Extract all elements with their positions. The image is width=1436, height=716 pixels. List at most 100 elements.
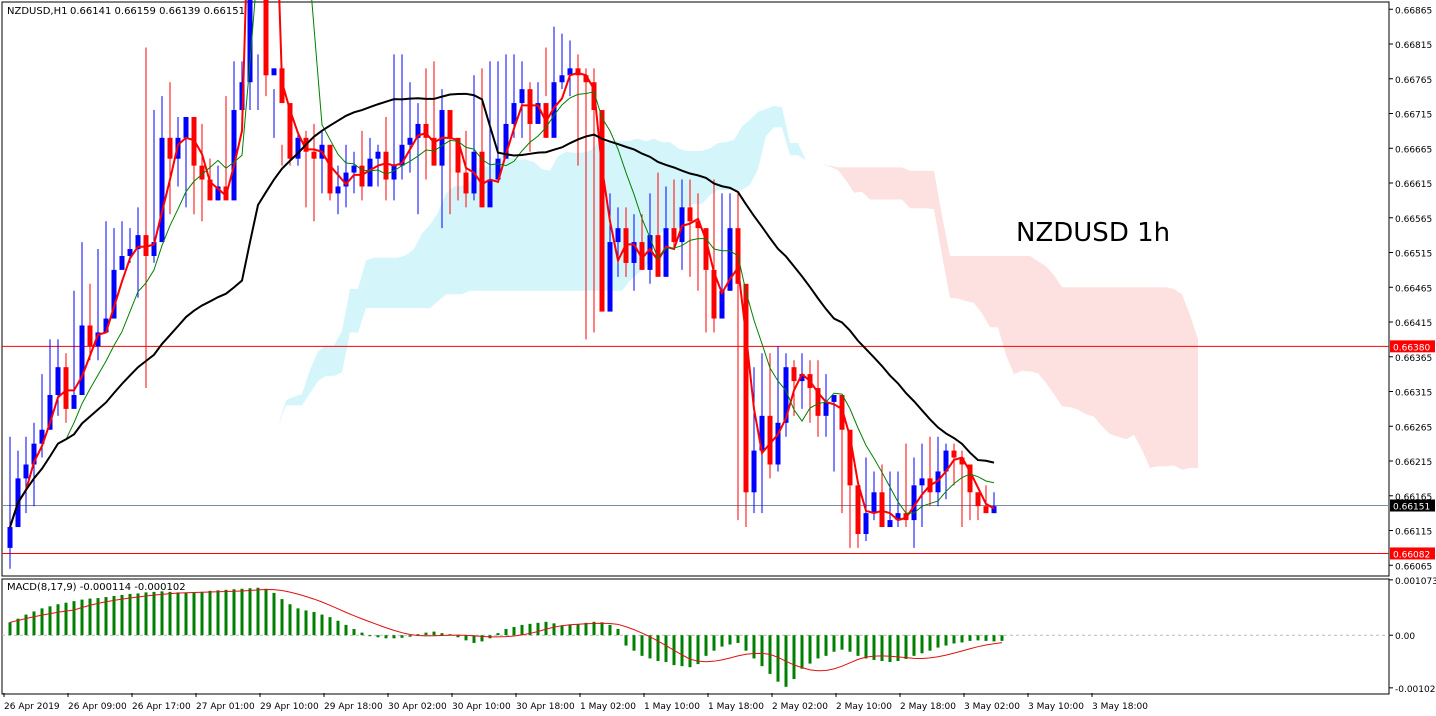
macd-bar <box>640 635 644 656</box>
cloud-segment <box>294 394 302 406</box>
x-tick-label: 30 Apr 18:00 <box>516 702 575 712</box>
macd-bar <box>632 635 636 651</box>
candle-body <box>391 165 397 180</box>
cloud-segment <box>1070 287 1078 410</box>
x-tick-label: 3 May 18:00 <box>1092 702 1148 712</box>
macd-bar <box>864 635 868 659</box>
macd-bar <box>408 635 412 637</box>
cloud-segment <box>534 162 542 291</box>
candle-body <box>871 492 877 514</box>
cloud-segment <box>790 143 798 156</box>
cloud-segment <box>918 170 926 209</box>
y-tick-label: 0.66615 <box>1395 180 1432 190</box>
candle-body <box>167 137 173 159</box>
cloud-segment <box>814 162 822 166</box>
candle-body <box>751 450 757 493</box>
cloud-segment <box>886 167 894 200</box>
macd-bar <box>704 635 708 656</box>
macd-bar <box>584 622 588 636</box>
macd-bar <box>648 635 652 659</box>
macd-bar <box>40 608 44 636</box>
cloud-segment <box>1158 287 1166 467</box>
x-tick-label: 27 Apr 01:00 <box>196 702 255 712</box>
cloud-segment <box>870 167 878 200</box>
cloud-segment <box>1110 287 1118 437</box>
candle-body <box>271 68 277 76</box>
candle-body <box>559 75 565 83</box>
cloud-segment <box>318 345 326 382</box>
cloud-segment <box>574 152 582 291</box>
macd-bar <box>624 635 628 646</box>
cloud-segment <box>230 487 238 493</box>
x-tick-label: 29 Apr 10:00 <box>260 702 319 712</box>
macd-bar <box>208 590 212 636</box>
level-label: 0.66082 <box>1393 550 1430 560</box>
cloud-segment <box>270 426 278 444</box>
cloud-segment <box>1014 255 1022 375</box>
cloud-segment <box>502 155 510 291</box>
macd-bar <box>728 635 732 645</box>
cloud-segment <box>854 167 862 193</box>
candle-body <box>71 394 77 409</box>
cloud-segment <box>550 156 558 291</box>
chart-watermark: NZDUSD 1h <box>1016 218 1170 248</box>
macd-bar <box>136 593 140 636</box>
macd-bar <box>808 635 812 664</box>
macd-bar <box>736 635 740 643</box>
x-tick-label: 2 May 10:00 <box>836 702 892 712</box>
cloud-segment <box>1166 287 1174 467</box>
cloud-segment <box>1062 287 1070 408</box>
bid-label: 0.66151 <box>1393 502 1430 512</box>
macd-bar <box>992 635 996 642</box>
cloud-segment <box>734 126 742 190</box>
macd-bar <box>752 635 756 659</box>
cloud-segment <box>414 233 422 309</box>
macd-bar <box>688 635 692 668</box>
macd-bar <box>848 635 852 652</box>
cloud-segment <box>774 105 782 128</box>
candle-body <box>407 137 413 145</box>
macd-bar <box>72 601 76 636</box>
cloud-segment <box>862 167 870 200</box>
x-tick-label: 1 May 02:00 <box>580 702 636 712</box>
candle-body <box>263 0 269 76</box>
macd-bar <box>880 635 884 662</box>
macd-bar <box>464 635 468 641</box>
macd-bar <box>712 635 716 651</box>
cloud-segment <box>350 289 358 333</box>
macd-bar <box>48 606 52 636</box>
macd-bar <box>552 623 556 636</box>
macd-bar <box>816 635 820 659</box>
y-tick-label: 0.66065 <box>1395 562 1432 572</box>
macd-bar <box>112 595 116 636</box>
cloud-segment <box>422 224 430 309</box>
macd-bar <box>936 635 940 648</box>
macd-bar <box>696 635 700 665</box>
macd-bar <box>744 635 748 651</box>
y-tick-label: 0.66715 <box>1395 111 1432 121</box>
candle-body <box>87 325 93 347</box>
macd-bar <box>656 635 660 662</box>
x-tick-label: 26 Apr 2019 <box>4 702 60 712</box>
cloud-segment <box>366 257 374 309</box>
macd-bar <box>560 625 564 636</box>
macd-bar <box>272 592 276 636</box>
macd-bar <box>776 635 780 682</box>
macd-bar <box>536 622 540 636</box>
macd-bar <box>320 614 324 636</box>
macd-bar <box>856 635 860 656</box>
cloud-segment <box>334 330 342 376</box>
macd-bar <box>152 591 156 636</box>
macd-bar <box>32 611 36 636</box>
cloud-segment <box>950 255 958 299</box>
cloud-segment <box>1118 287 1126 440</box>
macd-bar <box>800 635 804 669</box>
candle-body <box>671 228 677 243</box>
trading-chart[interactable]: 0.66380 0.66082 0.66151 0.001073 0.00 -0.001… <box>0 0 1436 716</box>
cloud-segment <box>542 169 550 291</box>
cloud-segment <box>526 159 534 291</box>
candle-body <box>687 207 693 222</box>
macd-bar <box>432 631 436 636</box>
cloud-segment <box>214 495 222 503</box>
macd-bar <box>400 635 404 638</box>
